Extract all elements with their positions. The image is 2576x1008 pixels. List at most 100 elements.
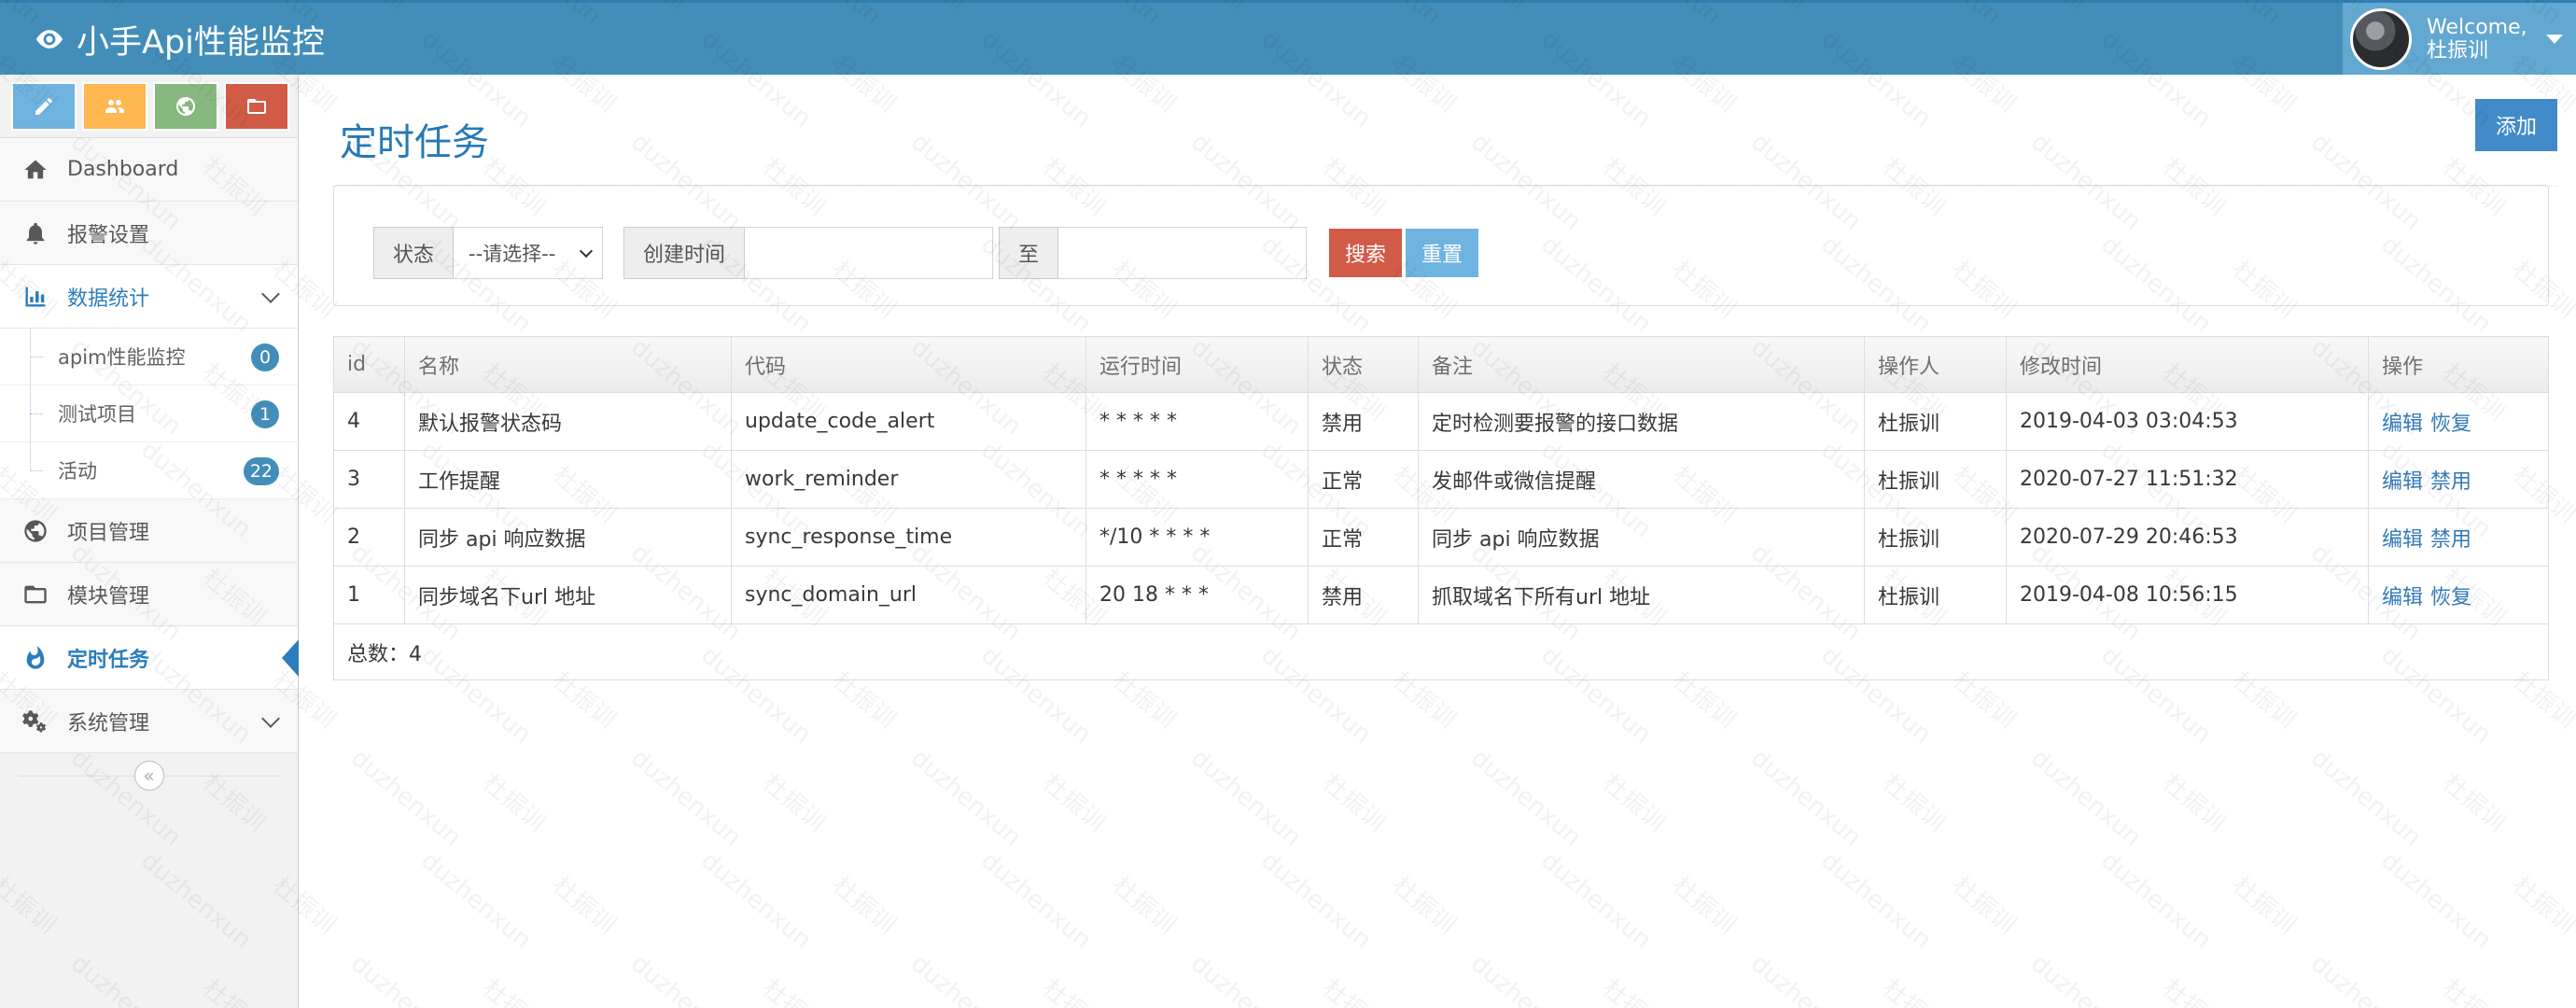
created-time-label: 创建时间: [623, 227, 746, 279]
cell-cron: * * * * *: [1085, 392, 1309, 451]
status-label: 状态: [373, 227, 455, 279]
sidebar-subitem-test-project[interactable]: 测试项目 1: [0, 385, 298, 442]
sidebar-subitem-label: 测试项目: [58, 403, 136, 426]
cell-name: 同步 api 响应数据: [404, 508, 732, 567]
avatar: [2350, 7, 2412, 70]
search-panel: 状态 --请选择-- 创建时间 至 搜索 重置: [333, 185, 2549, 306]
user-menu[interactable]: Welcome, 杜振训: [2343, 3, 2576, 75]
column-header[interactable]: 修改时间: [2006, 336, 2369, 393]
cell-code: work_reminder: [731, 450, 1086, 509]
table-footer-row: 总数：4: [333, 623, 2549, 680]
count-badge: 0: [251, 343, 279, 371]
statistics-submenu: apim性能监控 0 测试项目 1 活动 22: [0, 329, 298, 499]
top-navbar: 小手Api性能监控 Welcome, 杜振训: [0, 0, 2576, 75]
main-content: 定时任务 添加 状态 --请选择-- 创建时间 至 搜索 重置 id 名称 代码: [300, 75, 2576, 1008]
sidebar-item-label: 项目管理: [67, 521, 150, 545]
sidebar-item-system[interactable]: 系统管理: [0, 690, 298, 753]
sidebar-item-label: 报警设置: [67, 223, 150, 247]
shortcut-globe-button[interactable]: [153, 81, 218, 131]
edit-link[interactable]: 编辑: [2382, 413, 2423, 436]
cell-id: 3: [333, 450, 405, 509]
cell-cron: 20 18 * * *: [1085, 566, 1309, 624]
caret-down-icon: [2545, 34, 2563, 44]
sidebar-item-label: 模块管理: [67, 584, 150, 609]
sidebar: Dashboard 报警设置 数据统计 apim性能监控 0 测试项目 1 活动…: [0, 75, 299, 1008]
sidebar-item-dashboard[interactable]: Dashboard: [0, 138, 298, 202]
column-header[interactable]: 备注: [1418, 336, 1865, 393]
created-time-end-input[interactable]: [1058, 227, 1308, 279]
column-header[interactable]: 名称: [404, 336, 732, 393]
sidebar-collapse-button[interactable]: «: [133, 761, 164, 791]
tasks-table: id 名称 代码 运行时间 状态 备注 操作人 修改时间 操作 4 默认报警状态…: [333, 336, 2549, 680]
sidebar-shortcuts: [0, 75, 298, 138]
sidebar-item-projects[interactable]: 项目管理: [0, 499, 298, 563]
sidebar-subitem-activity[interactable]: 活动 22: [0, 442, 298, 499]
sidebar-item-modules[interactable]: 模块管理: [0, 563, 298, 626]
pencil-icon: [35, 97, 52, 115]
shortcut-pencil-button[interactable]: [11, 81, 77, 131]
add-button[interactable]: 添加: [2475, 99, 2557, 151]
cell-name: 工作提醒: [404, 450, 732, 509]
search-button[interactable]: 搜索: [1329, 229, 1403, 277]
cell-operator: 杜振训: [1864, 450, 2007, 509]
sidebar-item-label: Dashboard: [67, 158, 179, 181]
cell-operator: 杜振训: [1864, 566, 2007, 624]
bar-chart-icon: [25, 287, 46, 306]
edit-link[interactable]: 编辑: [2382, 470, 2423, 494]
sidebar-subitem-apim[interactable]: apim性能监控 0: [0, 329, 298, 385]
column-header[interactable]: 操作人: [1864, 336, 2007, 393]
column-header[interactable]: 状态: [1308, 336, 1419, 393]
home-icon: [24, 160, 47, 178]
cell-code: update_code_alert: [731, 392, 1086, 451]
status-select[interactable]: --请选择--: [454, 227, 604, 279]
fire-icon: [26, 645, 45, 669]
cell-modified: 2020-07-27 11:51:32: [2006, 450, 2369, 509]
column-header[interactable]: 运行时间: [1085, 336, 1309, 393]
cell-actions: 编辑 恢复: [2368, 392, 2549, 451]
edit-link[interactable]: 编辑: [2382, 586, 2423, 609]
app-title: 小手Api性能监控: [77, 23, 325, 62]
cell-status: 正常: [1308, 508, 1419, 567]
shortcut-folder-button[interactable]: [224, 81, 289, 131]
search-form: 状态 --请选择-- 创建时间 至 搜索 重置: [373, 227, 1479, 279]
cell-cron: * * * * *: [1085, 450, 1309, 509]
user-name: 杜振训: [2427, 38, 2489, 63]
globe-icon: [176, 96, 195, 116]
created-time-start-input[interactable]: [745, 227, 994, 279]
app-brand[interactable]: 小手Api性能监控: [34, 16, 325, 63]
cell-status: 禁用: [1308, 392, 1419, 451]
page-header: 定时任务 添加: [333, 93, 2557, 187]
cell-status: 正常: [1308, 450, 1419, 509]
folder-icon: [247, 98, 266, 114]
sidebar-item-label: 系统管理: [67, 711, 150, 735]
sidebar-item-statistics[interactable]: 数据统计: [0, 265, 298, 329]
table-row: 1 同步域名下url 地址 sync_domain_url 20 18 * * …: [333, 566, 2549, 624]
count-badge: 1: [251, 400, 279, 428]
disable-link[interactable]: 禁用: [2430, 528, 2471, 552]
sidebar-item-label: 定时任务: [67, 648, 150, 672]
cell-note: 发邮件或微信提醒: [1418, 450, 1865, 509]
table-header-row: id 名称 代码 运行时间 状态 备注 操作人 修改时间 操作: [333, 336, 2549, 393]
reset-button[interactable]: 重置: [1406, 229, 1479, 277]
restore-link[interactable]: 恢复: [2430, 413, 2471, 436]
cell-code: sync_domain_url: [731, 566, 1086, 624]
column-header[interactable]: id: [333, 336, 405, 393]
folder-icon: [24, 585, 47, 603]
edit-link[interactable]: 编辑: [2382, 528, 2423, 552]
column-header[interactable]: 代码: [731, 336, 1086, 393]
restore-link[interactable]: 恢复: [2430, 586, 2471, 609]
shortcut-users-button[interactable]: [82, 81, 147, 131]
cell-operator: 杜振训: [1864, 392, 2007, 451]
total-count: 总数：4: [333, 623, 2549, 680]
welcome-label: Welcome,: [2427, 15, 2527, 39]
globe-icon: [24, 519, 47, 542]
cell-actions: 编辑 禁用: [2368, 450, 2549, 509]
page-title: 定时任务: [340, 121, 489, 164]
sidebar-item-scheduled-tasks[interactable]: 定时任务: [0, 626, 299, 690]
cell-note: 同步 api 响应数据: [1418, 508, 1865, 567]
sidebar-item-alert-settings[interactable]: 报警设置: [0, 202, 298, 265]
cell-modified: 2019-04-08 10:56:15: [2006, 566, 2369, 624]
disable-link[interactable]: 禁用: [2430, 470, 2471, 494]
cell-actions: 编辑 禁用: [2368, 508, 2549, 567]
cell-id: 4: [333, 392, 405, 451]
